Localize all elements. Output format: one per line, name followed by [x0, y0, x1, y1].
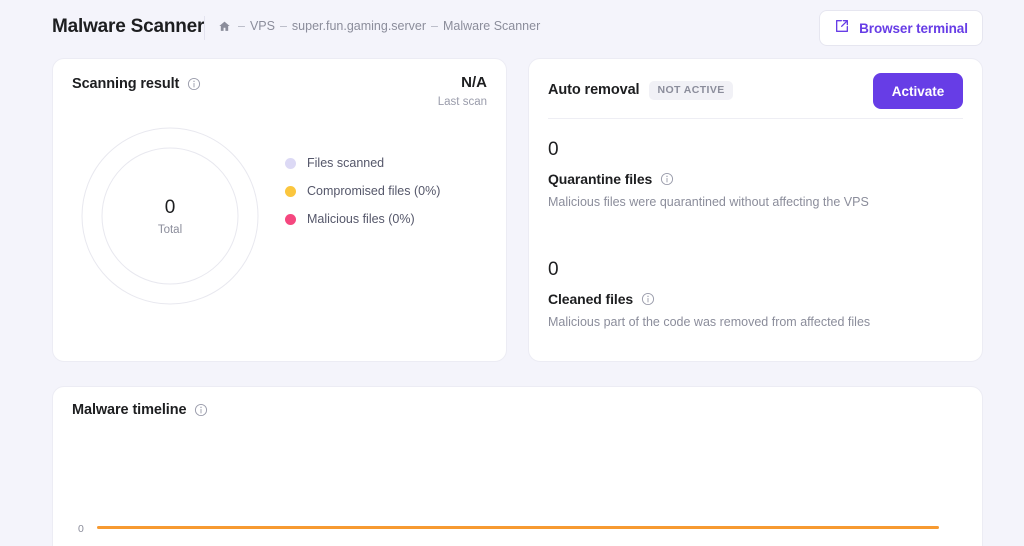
- legend-dot-files-scanned: [285, 158, 296, 169]
- malware-timeline-header: Malware timeline: [72, 402, 208, 418]
- last-scan-block: N/A Last scan: [438, 73, 487, 110]
- quarantine-files-description: Malicious files were quarantined without…: [548, 195, 869, 209]
- donut-total-value: 0: [165, 196, 176, 220]
- info-icon[interactable]: [187, 77, 201, 91]
- legend-item-malicious-files: Malicious files (0%): [285, 205, 440, 233]
- browser-terminal-button[interactable]: Browser terminal: [819, 10, 983, 46]
- last-scan-value: N/A: [438, 73, 487, 93]
- quarantine-files-title: Quarantine files: [548, 171, 652, 187]
- legend-label-compromised-files: Compromised files (0%): [307, 184, 440, 198]
- quarantine-files-stat: 0 Quarantine files Malicious files were …: [548, 138, 869, 209]
- cleaned-files-description: Malicious part of the code was removed f…: [548, 315, 870, 329]
- malware-scanner-page: Malware Scanner – VPS – super.fun.gaming…: [0, 0, 1024, 546]
- browser-terminal-label: Browser terminal: [859, 21, 968, 36]
- legend-label-malicious-files: Malicious files (0%): [307, 212, 415, 226]
- malware-timeline-title: Malware timeline: [72, 402, 186, 418]
- top-bar: Malware Scanner – VPS – super.fun.gaming…: [0, 0, 1024, 55]
- breadcrumb-item-vps[interactable]: VPS: [250, 19, 275, 33]
- donut-total-label: Total: [158, 224, 182, 236]
- home-icon[interactable]: [218, 20, 231, 33]
- cleaned-files-stat: 0 Cleaned files Malicious part of the co…: [548, 258, 870, 329]
- timeline-y-axis-tick-0: 0: [78, 523, 84, 535]
- cleaned-files-title-row: Cleaned files: [548, 291, 870, 307]
- legend-dot-malicious-files: [285, 214, 296, 225]
- malware-timeline-plot: 0: [72, 435, 963, 546]
- breadcrumb: – VPS – super.fun.gaming.server – Malwar…: [218, 19, 540, 33]
- cleaned-files-value: 0: [548, 258, 870, 282]
- scanning-result-card: Scanning result N/A Last scan 0 Total: [52, 58, 507, 362]
- legend-item-compromised-files: Compromised files (0%): [285, 177, 440, 205]
- auto-removal-title: Auto removal: [548, 82, 639, 98]
- breadcrumb-separator-1: –: [280, 19, 287, 33]
- auto-removal-header: Auto removal NOT ACTIVE: [548, 81, 733, 100]
- donut-center-label: 0 Total: [80, 126, 260, 306]
- cleaned-files-title: Cleaned files: [548, 291, 633, 307]
- breadcrumb-item-server[interactable]: super.fun.gaming.server: [292, 19, 426, 33]
- scanning-result-title: Scanning result: [72, 76, 179, 92]
- auto-removal-card: Auto removal NOT ACTIVE Activate 0 Quara…: [528, 58, 983, 362]
- quarantine-files-value: 0: [548, 138, 869, 162]
- scan-legend: Files scanned Compromised files (0%) Mal…: [285, 149, 440, 233]
- malware-timeline-card: Malware timeline 0: [52, 386, 983, 546]
- last-scan-label: Last scan: [438, 94, 487, 110]
- legend-dot-compromised-files: [285, 186, 296, 197]
- auto-removal-divider: [548, 118, 963, 119]
- info-icon[interactable]: [194, 403, 208, 417]
- activate-button-label: Activate: [892, 84, 945, 99]
- title-divider: [204, 16, 205, 40]
- info-icon[interactable]: [660, 172, 674, 186]
- external-link-icon: [834, 18, 850, 39]
- breadcrumb-item-malware-scanner[interactable]: Malware Scanner: [443, 19, 540, 33]
- breadcrumb-separator-2: –: [431, 19, 438, 33]
- legend-item-files-scanned: Files scanned: [285, 149, 440, 177]
- breadcrumb-separator-0: –: [238, 19, 245, 33]
- legend-label-files-scanned: Files scanned: [307, 156, 384, 170]
- status-badge: NOT ACTIVE: [649, 81, 732, 100]
- scanning-result-header: Scanning result: [72, 76, 201, 92]
- timeline-series-line: [97, 526, 939, 529]
- info-icon[interactable]: [641, 292, 655, 306]
- page-title: Malware Scanner: [52, 16, 204, 38]
- quarantine-files-title-row: Quarantine files: [548, 171, 869, 187]
- activate-button[interactable]: Activate: [873, 73, 963, 109]
